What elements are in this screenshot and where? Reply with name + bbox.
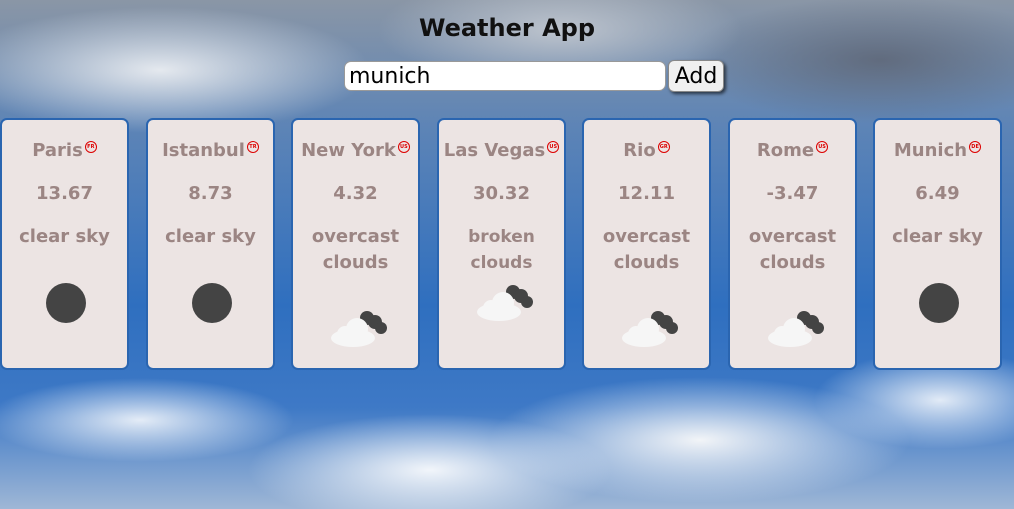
temperature: 8.73	[188, 183, 233, 204]
city-name: Las Vegas	[443, 140, 546, 161]
add-city-button[interactable]: Add	[668, 60, 724, 92]
weather-description: overcast clouds	[748, 226, 837, 273]
temperature: 13.67	[36, 183, 93, 204]
temperature: 30.32	[473, 183, 530, 204]
weather-card: New York US 4.32 overcast clouds	[291, 118, 420, 370]
city-search-input[interactable]	[344, 61, 666, 91]
city-name: Paris	[32, 140, 83, 161]
card-city-row: Istanbul TR	[148, 140, 273, 161]
card-city-row: Rome US	[730, 140, 855, 161]
cloud-icon	[477, 285, 533, 321]
weather-card: Munich DE 6.49 clear sky	[873, 118, 1002, 370]
city-name: New York	[301, 140, 396, 161]
city-name: Munich	[893, 140, 968, 161]
weather-description: clear sky	[165, 226, 256, 247]
temperature: -3.47	[766, 183, 819, 204]
cloud-icon	[622, 311, 678, 347]
temperature: 12.11	[618, 183, 675, 204]
weather-card: Istanbul TR 8.73 clear sky	[146, 118, 275, 370]
sun-icon	[46, 283, 86, 323]
country-flag-icon: US	[816, 141, 829, 153]
card-city-row: New York US	[293, 140, 418, 161]
city-name: Istanbul	[162, 140, 245, 161]
country-flag-icon: GR	[657, 141, 670, 153]
city-name: Rio	[623, 140, 656, 161]
weather-card: Rio GR 12.11 overcast clouds	[582, 118, 711, 370]
country-flag-icon: TR	[246, 141, 259, 153]
cloud-icon	[768, 311, 824, 347]
country-flag-icon: US	[547, 141, 560, 153]
cloud-icon	[331, 311, 387, 347]
temperature: 6.49	[915, 183, 960, 204]
card-city-row: Rio GR	[584, 140, 709, 161]
weather-card: Rome US -3.47 overcast clouds	[728, 118, 857, 370]
country-flag-icon: DE	[969, 141, 982, 153]
city-name: Rome	[756, 140, 815, 161]
weather-description: overcast clouds	[311, 226, 400, 273]
temperature: 4.32	[333, 183, 378, 204]
search-bar: Add	[344, 60, 724, 92]
weather-description: clear sky	[892, 226, 983, 247]
weather-description: broken clouds	[468, 227, 535, 273]
weather-card: Las Vegas US 30.32 broken clouds	[437, 118, 566, 370]
sun-icon	[192, 283, 232, 323]
app-title: Weather App	[418, 14, 596, 42]
weather-card: Paris FR 13.67 clear sky	[0, 118, 129, 370]
card-city-row: Munich DE	[875, 140, 1000, 161]
sun-icon	[919, 283, 959, 323]
card-city-row: Las Vegas US	[439, 140, 564, 161]
weather-description: overcast clouds	[602, 226, 691, 273]
card-city-row: Paris FR	[2, 140, 127, 161]
country-flag-icon: US	[397, 141, 410, 153]
weather-description: clear sky	[19, 226, 110, 247]
country-flag-icon: FR	[84, 141, 97, 153]
